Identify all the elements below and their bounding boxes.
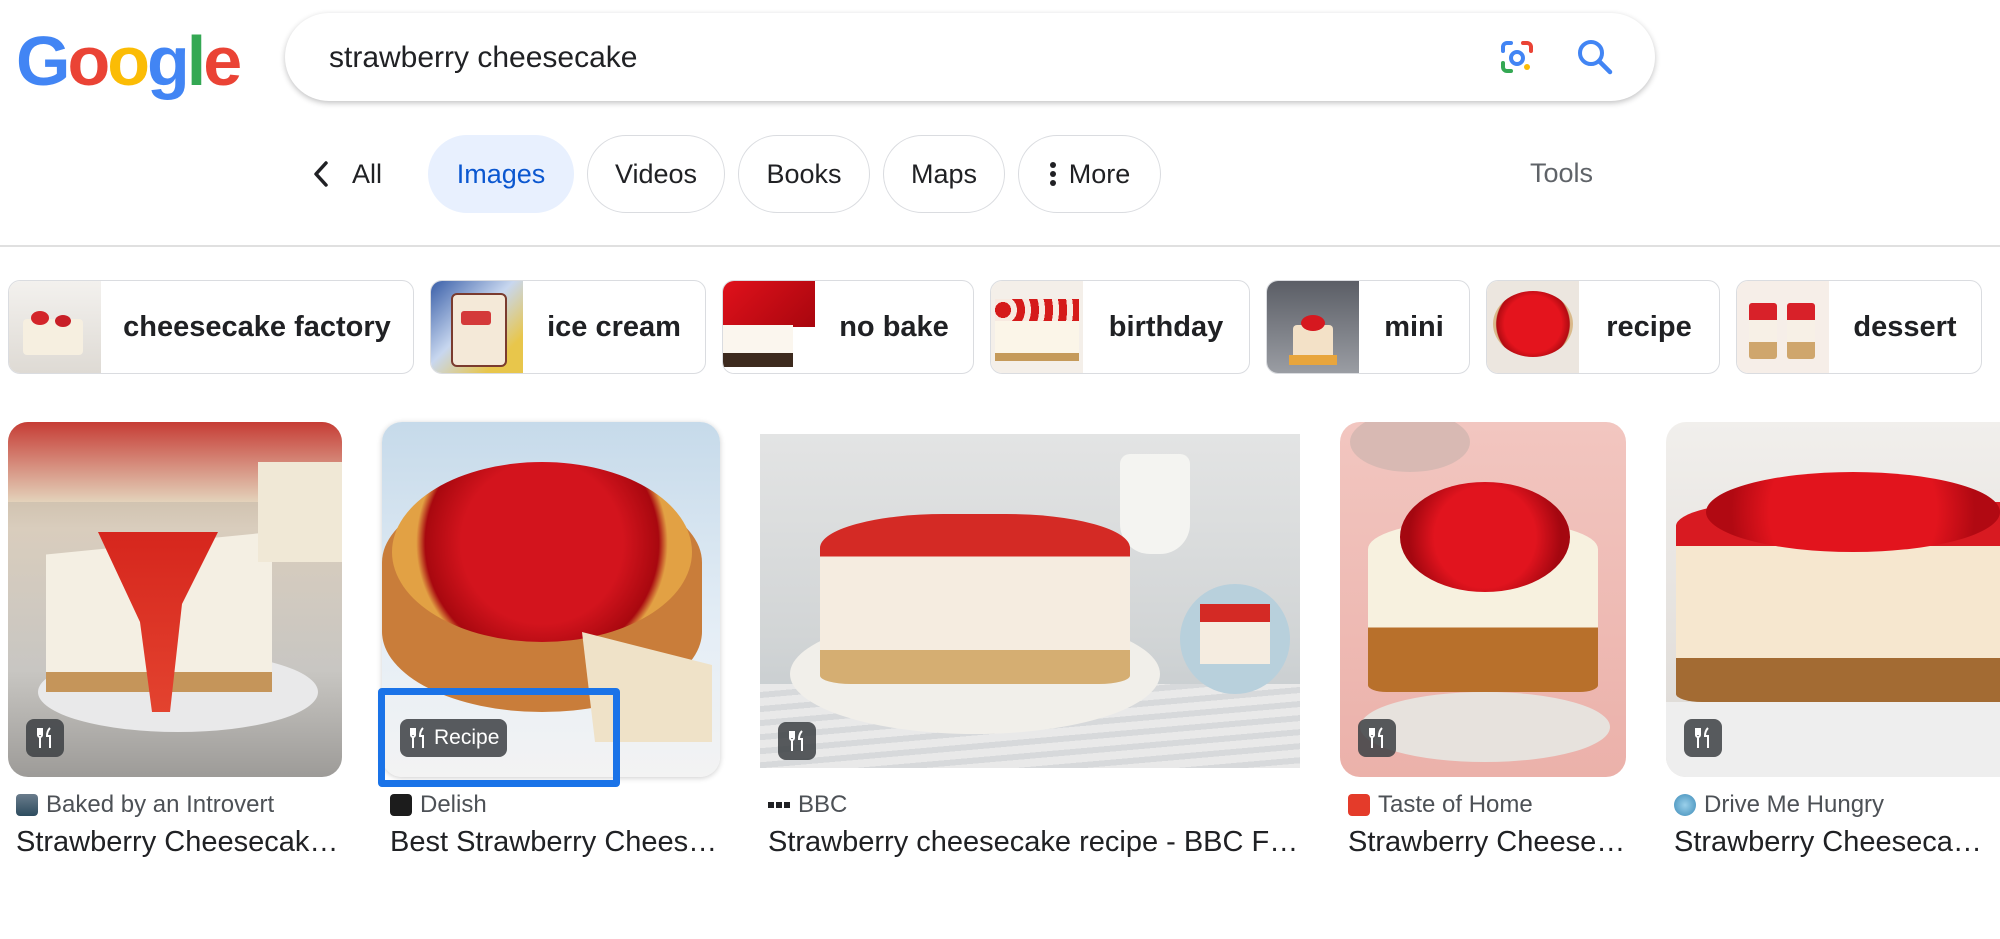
source-name: Delish: [420, 791, 487, 818]
source-favicon: [390, 794, 412, 816]
result-title[interactable]: Strawberry cheesecake recipe - BBC Fo…: [768, 826, 1300, 862]
chevron-left-icon: [314, 161, 328, 187]
result-image[interactable]: [1666, 422, 2000, 777]
result-source[interactable]: Delish: [390, 790, 487, 820]
search-box: [285, 13, 1655, 101]
tab-books-label: Books: [766, 158, 842, 189]
related-chip-dessert[interactable]: dessert: [1736, 280, 1982, 374]
google-logo[interactable]: Google: [16, 22, 242, 100]
chip-label: recipe: [1606, 310, 1692, 343]
result-image[interactable]: [8, 422, 342, 777]
search-input[interactable]: [327, 35, 1431, 81]
tab-videos-label: Videos: [614, 158, 698, 189]
chip-label: cheesecake factory: [123, 310, 391, 343]
chip-label: dessert: [1853, 310, 1957, 343]
result-source[interactable]: Baked by an Introvert: [16, 790, 274, 820]
fork-knife-icon: [1695, 727, 1709, 748]
search-icon[interactable]: [1575, 37, 1615, 77]
source-favicon: [1674, 794, 1696, 816]
google-lens-icon[interactable]: [1497, 37, 1537, 77]
chip-label: no bake: [839, 310, 949, 343]
tab-books[interactable]: Books: [738, 135, 870, 213]
recipe-badge: [1684, 719, 1722, 757]
result-image[interactable]: [1340, 422, 1626, 777]
tab-maps-label: Maps: [910, 158, 978, 189]
logo-letter: o: [67, 22, 110, 100]
recipe-badge: [26, 719, 64, 757]
fork-knife-icon: [1369, 727, 1383, 748]
related-chip-ice-cream[interactable]: ice cream: [430, 280, 706, 374]
source-favicon: [1348, 794, 1370, 816]
source-name: Taste of Home: [1378, 791, 1533, 818]
tab-more[interactable]: More: [1018, 135, 1161, 213]
result-title[interactable]: Strawberry Cheese…: [1348, 826, 1628, 862]
source-name: Baked by an Introvert: [46, 791, 275, 818]
result-title[interactable]: Strawberry Cheesecake…: [16, 826, 342, 862]
chip-label: ice cream: [547, 310, 681, 343]
related-chip-no-bake[interactable]: no bake: [722, 280, 974, 374]
chip-thumbnail: [431, 281, 523, 373]
logo-letter: e: [203, 22, 242, 100]
tab-all-label: All: [352, 158, 383, 189]
recipe-badge: [778, 722, 816, 760]
highlight-box: [378, 688, 620, 787]
chip-label: mini: [1384, 310, 1444, 343]
result-title[interactable]: Strawberry Cheesecake…: [1674, 826, 1994, 862]
related-chip-mini[interactable]: mini: [1266, 280, 1470, 374]
source-name: Drive Me Hungry: [1704, 791, 1885, 818]
recipe-badge: [1358, 719, 1396, 757]
related-chip-cheesecake-factory[interactable]: cheesecake factory: [8, 280, 414, 374]
fork-knife-icon: [37, 727, 51, 748]
tools-button[interactable]: Tools: [1530, 158, 1593, 189]
result-title[interactable]: Best Strawberry Cheese…: [390, 826, 720, 862]
tab-all[interactable]: All: [310, 152, 382, 196]
fork-knife-icon: [789, 730, 803, 751]
result-source[interactable]: BBC: [768, 790, 847, 820]
chip-thumbnail: [991, 281, 1083, 373]
chip-thumbnail: [1737, 281, 1829, 373]
source-favicon: [16, 794, 38, 816]
chip-thumbnail: [1267, 281, 1359, 373]
tab-videos[interactable]: Videos: [587, 135, 725, 213]
source-name: BBC: [798, 791, 848, 818]
more-vert-icon: [1049, 162, 1056, 186]
result-image[interactable]: [760, 434, 1300, 768]
chip-label: birthday: [1108, 310, 1224, 343]
result-source[interactable]: Drive Me Hungry: [1674, 790, 1884, 820]
related-chip-birthday[interactable]: birthday: [990, 280, 1250, 374]
tab-images-label: Images: [456, 158, 546, 189]
logo-letter: o: [107, 22, 150, 100]
chip-thumbnail: [723, 281, 815, 373]
tab-images[interactable]: Images: [428, 135, 574, 213]
header-divider: [0, 245, 2000, 247]
result-source[interactable]: Taste of Home: [1348, 790, 1533, 820]
chip-thumbnail: [9, 281, 101, 373]
logo-letter: g: [146, 22, 190, 100]
bbc-logo-icon: [768, 802, 790, 808]
logo-letter: G: [16, 22, 70, 100]
tab-more-label: More: [1068, 158, 1131, 189]
related-chip-recipe[interactable]: recipe: [1486, 280, 1720, 374]
chip-thumbnail: [1487, 281, 1579, 373]
tab-maps[interactable]: Maps: [883, 135, 1005, 213]
logo-letter: l: [186, 22, 207, 100]
